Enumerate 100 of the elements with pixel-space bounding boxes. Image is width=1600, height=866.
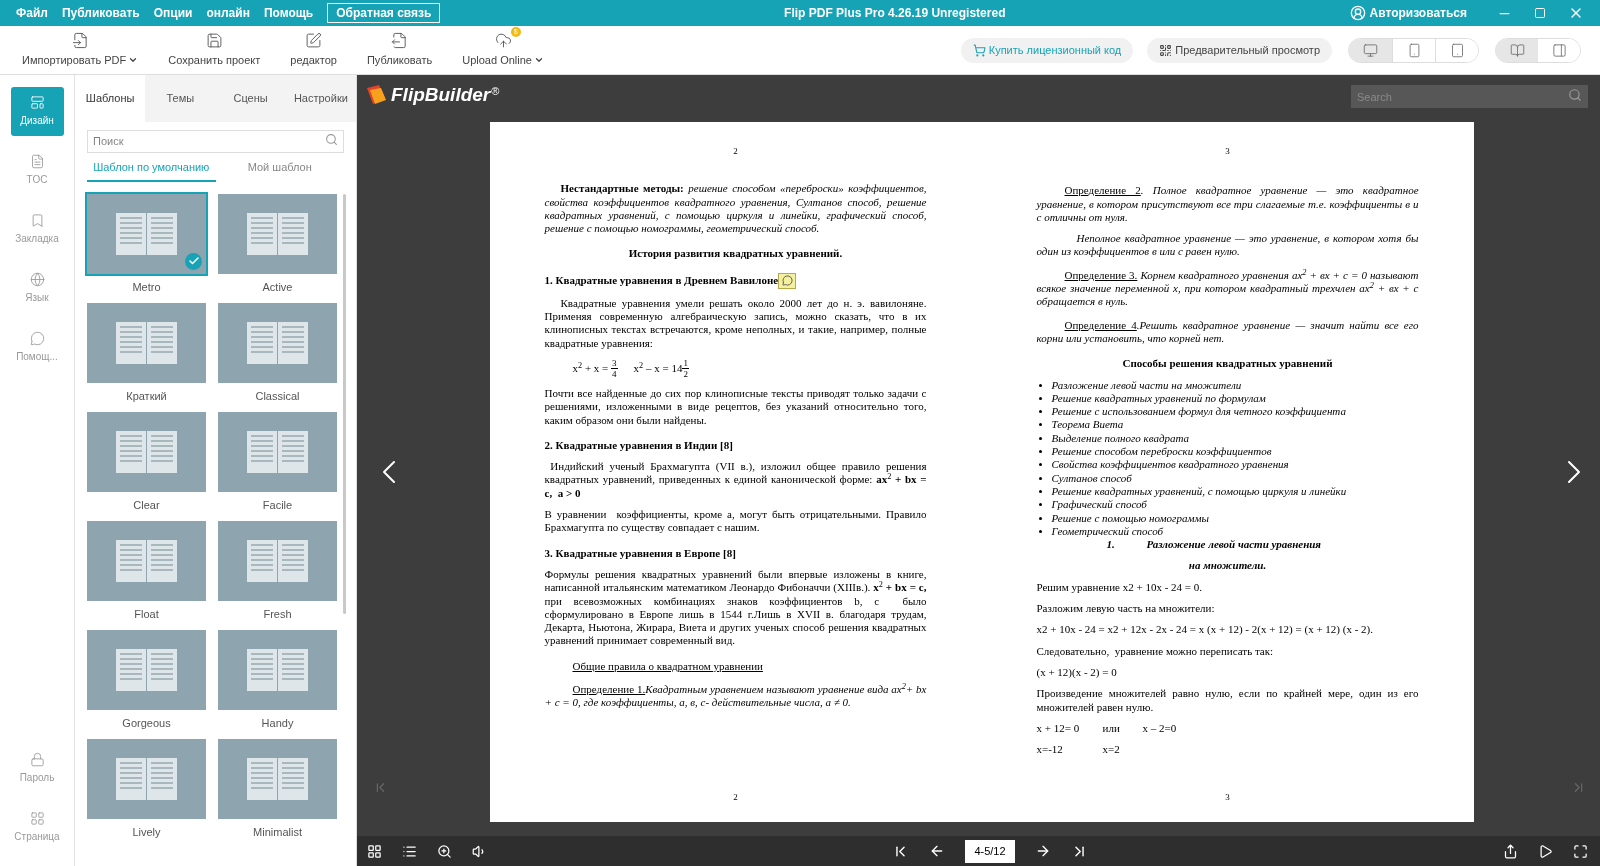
maximize-icon[interactable]	[1534, 7, 1546, 19]
panel-tab[interactable]: Сцены	[215, 75, 286, 122]
share-icon[interactable]	[1503, 843, 1518, 859]
list-item: Геометрический способ	[1051, 524, 1164, 539]
section-number: 1.	[1106, 538, 1116, 552]
panel-tab[interactable]: Настройки	[285, 75, 356, 122]
template-name: Float	[134, 606, 159, 622]
login-link[interactable]: Авторизоваться	[1369, 4, 1467, 22]
list-item: Свойства коэффициентов квадратного уравнения	[1051, 458, 1289, 472]
layout-toggle[interactable]	[1496, 38, 1538, 62]
menu-item[interactable]: Публиковать	[61, 4, 140, 22]
template-thumbnail[interactable]	[87, 520, 206, 601]
cart-icon	[972, 43, 986, 57]
list-item: Решение квадратных уравнений, с помощью циркуля и линейки	[1051, 484, 1347, 499]
previous-page-icon[interactable]	[929, 843, 945, 859]
toolbar-button[interactable]: Импортировать PDF	[14, 31, 147, 69]
paragraph: Следовательно, уравнение можно переписать так:	[1036, 644, 1275, 658]
comment-icon[interactable]	[778, 272, 797, 289]
equation: x + 12= 0	[1036, 721, 1081, 736]
feedback-button[interactable]: Обратная связь	[327, 3, 441, 23]
menu-item[interactable]: Файл	[16, 4, 48, 22]
rail-item[interactable]: Помощ...	[10, 323, 64, 372]
list-item: Разложение левой части на множители	[1051, 378, 1242, 392]
rail-item[interactable]: Страница	[10, 803, 64, 852]
subtab[interactable]: Мой шаблон	[215, 159, 344, 182]
document-icon	[29, 154, 45, 169]
template-thumbnail[interactable]	[218, 738, 337, 819]
bullet-icon	[1038, 383, 1042, 387]
template-thumbnail[interactable]	[87, 629, 206, 710]
template-thumbnail[interactable]	[218, 411, 337, 492]
section-title: Способы решения квадратных уравнений	[1122, 357, 1333, 371]
menu-item[interactable]: Опции	[153, 4, 193, 22]
rail-item[interactable]: Язык	[10, 264, 64, 313]
device-toggle[interactable]	[1349, 38, 1392, 62]
toolbar-button[interactable]: Публиковать	[358, 31, 441, 69]
list-icon[interactable]	[402, 843, 417, 859]
toolbar-icon	[305, 31, 323, 49]
section-heading: на множители.	[1188, 559, 1267, 572]
template-thumbnail[interactable]	[218, 302, 337, 383]
paragraph: Почти все найденные до сих пор клинописные тексты приводят только задачи с решениями, изложенными в виде рецептов, без указаний относительно того, каким образом они были найдены.	[544, 386, 927, 427]
chat-bubble-icon	[29, 331, 45, 346]
toolbar-icon	[494, 31, 512, 49]
template-thumbnail[interactable]	[87, 302, 206, 383]
search-field[interactable]: Поиск	[87, 129, 344, 153]
bullet-icon	[1038, 463, 1042, 467]
next-page-icon[interactable]	[1035, 843, 1051, 859]
bullet-icon	[1038, 516, 1042, 520]
page-number-field[interactable]: 4-5/12	[965, 839, 1015, 863]
phone-icon	[1406, 42, 1422, 58]
toolbar-icon	[71, 31, 89, 49]
buy-license-button[interactable]: Купить лицензионный код	[960, 37, 1134, 63]
paragraph: Квадратные уравнения умели решать около 2000 лет до н. э. вавилоняне. Применяя современную алгебраическую запись, можно сказать, что в их клинописных текстах встречаются, кроме неполных, и такие, например, полные квадратные уравнения:	[544, 296, 927, 350]
zoom-in-icon[interactable]	[437, 843, 452, 859]
rail-item[interactable]: TOC	[10, 146, 64, 195]
thumbnails-icon[interactable]	[367, 843, 382, 859]
toolbar-icon	[391, 31, 409, 49]
bullet-icon	[1038, 489, 1042, 493]
equation: или	[1102, 721, 1121, 736]
template-name: Minimalist	[253, 824, 302, 840]
globe-icon	[29, 272, 45, 287]
fullscreen-icon[interactable]	[1573, 843, 1588, 859]
rail-item[interactable]: Пароль	[10, 744, 64, 793]
rail-item[interactable]: Закладка	[10, 205, 64, 254]
template-thumbnail[interactable]	[87, 411, 206, 492]
page-number: 2	[733, 146, 738, 156]
tablet-icon	[1449, 42, 1465, 58]
menu-item[interactable]: онлайн	[206, 4, 250, 22]
definition: Определение 4.Решить квадратное уравнение — значит найти все его корни или установить, что корней нет.	[1036, 318, 1419, 346]
template-thumbnail[interactable]	[218, 520, 337, 601]
device-toggle[interactable]	[1435, 38, 1478, 62]
section-title: История развития квадратных уравнений.	[628, 247, 843, 261]
rail-item[interactable]: Дизайн	[10, 87, 64, 136]
page-number: 2	[733, 791, 738, 802]
subtab[interactable]: Шаблон по умолчанию	[87, 159, 216, 182]
logo-icon	[365, 84, 389, 106]
panel-tab[interactable]: Темы	[145, 75, 216, 122]
qr-code-icon	[1159, 43, 1173, 57]
page-number: 3	[1225, 146, 1230, 156]
preview-button[interactable]: Предварительный просмотр	[1147, 37, 1332, 63]
paragraph: Индийский ученый Брахмагупта (VII в.), изложил общее правило решения квадратных уравнений, приведенных к единой канонической форме: ax$^{2}$ + bx = c, a > 0	[544, 460, 927, 501]
paragraph: (x + 12)(x - 2) = 0	[1036, 665, 1118, 680]
panel-tab[interactable]: Шаблоны	[75, 75, 146, 122]
template-thumbnail[interactable]	[87, 738, 206, 819]
template-name: Краткий	[126, 388, 167, 404]
toolbar-icon	[205, 31, 223, 49]
template-thumbnail[interactable]	[218, 629, 337, 710]
paragraph: Формулы решения квадратных уравнений были впервые изложены в книге, написанной итальянским математиком Леонардо Фибоначчи (XIIIв.). x$^{2}$ + bx = c, при всевозможных комбинациях знаков коэффициентов b, c было сформулировано в Европе лишь в 1544 г.Лишь в XVII в. благодаря трудам, Декарта, Ньютона, Жирара, Виета и других ученых способ решения квадратных уравнений принимает современный вид.	[544, 567, 927, 648]
toolbar-button[interactable]: Сохранить проект	[160, 31, 269, 69]
template-name: Handy	[261, 715, 294, 731]
user-icon	[1349, 5, 1366, 21]
menu-item[interactable]: Помощь	[263, 4, 314, 22]
bullet-icon	[1038, 436, 1042, 440]
template-thumbnail[interactable]	[87, 193, 206, 274]
search-icon	[1568, 87, 1582, 102]
autoplay-icon[interactable]	[1538, 843, 1553, 859]
toolbar-button[interactable]: редактор	[282, 31, 345, 69]
section-heading: 1. Квадратные уравнения в Древнем Вавилоне	[544, 274, 779, 288]
paragraph: Неполное квадратное уравнение — это уравнение, в котором хотя бы один из коэффициентов в или с равен нулю.	[1036, 232, 1419, 259]
template-thumbnail[interactable]	[218, 193, 337, 274]
logo-text: FlipBuilder	[391, 82, 491, 107]
